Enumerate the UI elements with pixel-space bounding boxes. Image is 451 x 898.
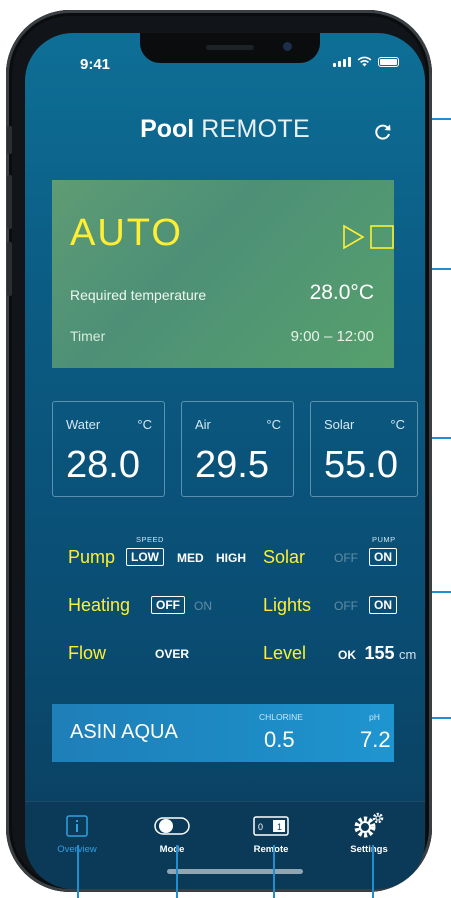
air-temp-box: Air °C 29.5 xyxy=(181,401,294,497)
pump-high-button[interactable]: HIGH xyxy=(216,551,246,565)
side-button xyxy=(7,126,12,154)
tab-label: Mode xyxy=(159,844,185,855)
heating-off-button[interactable]: OFF xyxy=(151,596,185,614)
water-temp-box: Water °C 28.0 xyxy=(52,401,165,497)
svg-text:1: 1 xyxy=(277,822,282,832)
tab-remote[interactable]: 0 1 Remote xyxy=(236,810,306,855)
signal-icon xyxy=(333,56,351,67)
solar-label: Solar xyxy=(263,547,306,567)
lights-off-button[interactable]: OFF xyxy=(334,599,358,613)
level-label: Level xyxy=(263,643,307,663)
app-title-bold: Pool xyxy=(140,115,195,143)
svg-text:0: 0 xyxy=(258,822,263,832)
home-indicator[interactable] xyxy=(167,869,303,874)
timer-value[interactable]: 9:00 – 12:00 xyxy=(291,328,374,345)
status-time: 9:41 xyxy=(80,56,111,73)
temp-unit: °C xyxy=(390,417,405,432)
pump-med-button[interactable]: MED xyxy=(177,551,204,565)
app-title-light: REMOTE xyxy=(201,115,310,143)
app-screen: 9:41 Pool REMOTE AUTO Required temperatu… xyxy=(25,33,425,889)
water-quality-name: ASIN AQUA xyxy=(70,721,178,743)
toggle-icon xyxy=(137,810,207,842)
tab-bar: Overview Mode 0 1 xyxy=(25,801,425,889)
required-temp-label: Required temperature xyxy=(70,287,207,303)
side-button xyxy=(7,242,12,296)
heating-on-button[interactable]: ON xyxy=(194,599,212,613)
phone-frame: 9:41 Pool REMOTE AUTO Required temperatu… xyxy=(6,10,432,892)
wifi-icon xyxy=(357,56,372,67)
notch xyxy=(140,33,320,63)
solar-off-button[interactable]: OFF xyxy=(334,551,358,565)
level-readout: OK 155 cm xyxy=(338,643,416,664)
info-icon xyxy=(42,810,112,842)
status-icons xyxy=(333,56,399,67)
callout-line-tab-remote xyxy=(273,845,275,898)
solar-pump-caption: PUMP xyxy=(372,535,396,544)
temp-label: Water xyxy=(66,417,101,432)
gear-icon xyxy=(334,810,404,842)
level-unit: cm xyxy=(398,647,417,662)
lights-label: Lights xyxy=(263,595,312,615)
level-value: 155 xyxy=(364,643,395,663)
app-title: Pool REMOTE xyxy=(25,115,425,144)
required-temp-value[interactable]: 28.0°C xyxy=(310,281,374,305)
tab-label: Settings xyxy=(350,844,388,855)
battery-icon xyxy=(378,56,399,67)
pump-speed-caption: SPEED xyxy=(136,535,164,544)
temp-value: 55.0 xyxy=(324,444,398,486)
lights-on-button[interactable]: ON xyxy=(369,596,397,614)
pump-label: Pump xyxy=(68,547,116,567)
heating-label: Heating xyxy=(68,595,131,615)
mode-name: AUTO xyxy=(70,212,183,254)
refresh-icon[interactable] xyxy=(372,121,394,143)
temp-value: 29.5 xyxy=(195,444,269,486)
ph-label: pH xyxy=(369,712,380,722)
tab-settings[interactable]: Settings xyxy=(334,810,404,855)
level-status: OK xyxy=(338,648,356,662)
chlorine-label: CHLORINE xyxy=(259,712,303,722)
speaker xyxy=(206,45,254,50)
mode-card[interactable]: AUTO Required temperature 28.0°C Timer 9… xyxy=(52,180,394,368)
pump-low-button[interactable]: LOW xyxy=(126,548,164,566)
temp-unit: °C xyxy=(266,417,281,432)
temp-label: Solar xyxy=(324,417,355,432)
callout-line-tab-overview xyxy=(77,845,79,898)
temp-unit: °C xyxy=(137,417,152,432)
tab-mode[interactable]: Mode xyxy=(137,810,207,855)
switch-icon: 0 1 xyxy=(236,810,306,842)
ph-value: 7.2 xyxy=(360,727,391,752)
tab-label: Remote xyxy=(253,844,289,855)
timer-label: Timer xyxy=(70,328,106,344)
temp-label: Air xyxy=(195,417,211,432)
solar-on-button[interactable]: ON xyxy=(369,548,397,566)
callout-line-tab-mode xyxy=(176,845,178,898)
temp-value: 28.0 xyxy=(66,444,140,486)
chlorine-value: 0.5 xyxy=(264,727,295,752)
side-button xyxy=(7,175,12,229)
solar-temp-box: Solar °C 55.0 xyxy=(310,401,418,497)
flow-value: OVER xyxy=(155,647,190,661)
camera xyxy=(283,42,292,51)
water-quality-card[interactable]: ASIN AQUA CHLORINE 0.5 pH 7.2 xyxy=(52,704,394,762)
play-stop-icon[interactable] xyxy=(342,224,396,250)
flow-label: Flow xyxy=(68,643,107,663)
callout-line-tab-settings xyxy=(372,845,374,898)
